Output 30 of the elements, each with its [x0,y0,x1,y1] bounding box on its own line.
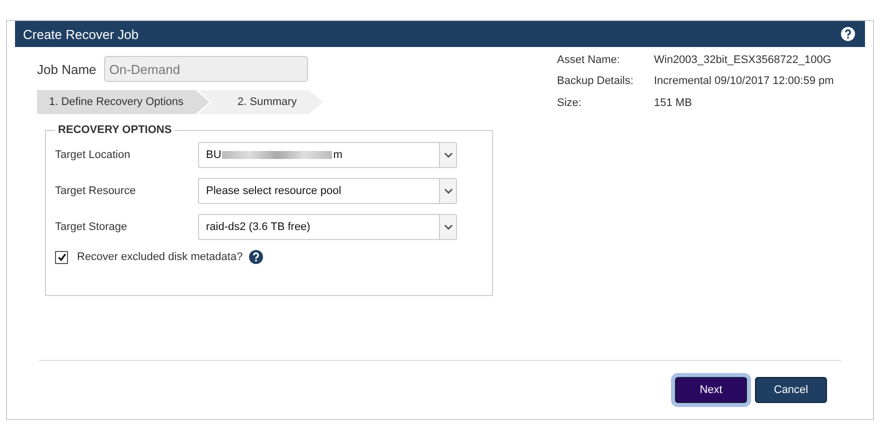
detail-label: Asset Name: [557,54,621,68]
detail-value: Incremental 09/10/2017 12:00:59 pm [654,75,834,90]
dropdown-value: Please select resource pool [206,185,342,197]
checkbox[interactable] [55,250,68,264]
field-label: Job Name [37,62,96,76]
dropdown-value: BU [206,149,222,161]
field-label: Target Location [55,149,132,161]
dropdown-value: m [333,149,342,161]
wizard-step[interactable]: 2. Summary [198,90,323,114]
chevron-down-icon [444,152,452,158]
window-title: Create Recover Job [23,26,139,42]
detail-label: Size: [557,96,582,111]
chevron-down-icon [444,224,452,230]
field-label: Target Storage [55,221,128,233]
help-icon[interactable] [248,250,263,264]
checkbox-label: Recover excluded disk metadata? [77,251,243,263]
dropdown-value: raid-ds2 (3.6 TB free) [206,221,310,233]
dropdown[interactable]: raid-ds2 (3.6 TB free) [198,214,457,240]
job-name-field[interactable]: On-Demand [104,56,308,82]
field-label: Target Resource [55,185,137,197]
chevron-down-icon [444,188,452,194]
wizard-step[interactable]: 1. Define Recovery Options [37,90,210,114]
dropdown[interactable]: BU m [198,142,457,168]
dropdown[interactable]: Please select resource pool [198,178,457,204]
cancel-button[interactable]: Cancel [755,377,827,403]
help-icon[interactable] [841,27,855,41]
section-title: RECOVERY OPTIONS [57,124,173,136]
detail-value: Win2003_32bit_ESX3568722_100G [654,54,832,68]
detail-label: Backup Details: [557,75,634,90]
detail-value: 151 MB [654,96,693,111]
